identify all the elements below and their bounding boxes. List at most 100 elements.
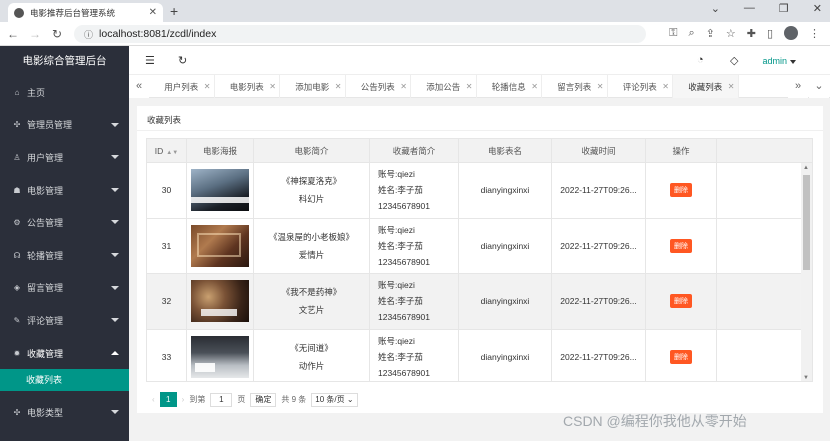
page-tabs: 用户列表 ✕ 电影列表 ✕ 添加电影 ✕ 公告列表 ✕ 添加公告 ✕ 轮播信息 ✕ 留言列表… <box>149 75 739 98</box>
tab-message-list[interactable]: 留言列表 ✕ <box>542 75 608 98</box>
profile-icon[interactable] <box>784 26 798 40</box>
scroll-up-icon[interactable]: ▲ <box>803 165 809 171</box>
cell-intro: 《温泉屋的小老板娘》 爱情片 <box>254 218 370 273</box>
sort-icon[interactable]: ▲▼ <box>166 141 178 165</box>
theme-icon[interactable]: ◔ <box>697 54 704 66</box>
goto-page-input[interactable]: 1 <box>210 392 233 407</box>
restore-icon[interactable]: ❐ <box>779 2 789 15</box>
tab-add-notice[interactable]: 添加公告 ✕ <box>411 75 477 98</box>
tabs-next-icon[interactable]: » <box>788 75 808 98</box>
close-tab-icon[interactable]: ✕ <box>149 7 157 18</box>
tab-favorites-list[interactable]: 收藏列表 ✕ <box>673 75 739 98</box>
prev-page-icon[interactable]: ‹ <box>152 395 155 404</box>
share-icon[interactable]: ⇪ <box>706 27 715 40</box>
menu-fold-icon[interactable]: ☰ <box>145 54 155 67</box>
refresh-icon[interactable]: ↻ <box>178 54 187 67</box>
info-icon[interactable]: ⓘ <box>84 28 93 41</box>
sidebar-item-comments[interactable]: ✎ 评论管理 <box>0 304 129 337</box>
chevron-up-icon <box>111 350 119 355</box>
cell-table-name: dianyingxinxi <box>459 274 552 329</box>
sidepanel-icon[interactable]: ▯ <box>767 27 773 40</box>
sidebar-subitem-favorites-list[interactable]: 收藏列表 <box>0 369 129 392</box>
tab-carousel[interactable]: 轮播信息 ✕ <box>477 75 542 98</box>
chevron-down-icon[interactable]: ⌄ <box>809 75 829 98</box>
delete-button[interactable]: 删除 <box>670 294 692 309</box>
minimize-icon[interactable]: — <box>744 2 755 15</box>
delete-button[interactable]: 删除 <box>670 238 692 253</box>
sidebar-item-users[interactable]: ♙ 用户管理 <box>0 141 129 174</box>
close-icon[interactable]: ✕ <box>204 82 211 91</box>
cell-collector: 账号:qiezi 姓名:李子茄 12345678901 <box>370 163 459 218</box>
user-menu[interactable]: admin <box>762 56 796 66</box>
column-header-collector: 收藏者简介 <box>370 139 459 163</box>
window-controls: ⌄ — ❐ ✕ <box>711 2 822 15</box>
tab-movie-list[interactable]: 电影列表 ✕ <box>215 75 280 98</box>
sidebar-item-notices[interactable]: ⚙ 公告管理 <box>0 206 129 239</box>
poster-image <box>191 335 249 378</box>
tab-user-list[interactable]: 用户列表 ✕ <box>149 75 215 98</box>
tabs-prev-icon[interactable]: « <box>129 75 149 98</box>
pagination: ‹ 1 › 到第 1 页 确定 共 9 条 10 条/页 ⌄ <box>152 392 358 407</box>
sidebar-item-carousel[interactable]: ☊ 轮播管理 <box>0 239 129 272</box>
column-header-id[interactable]: ID ▲▼ <box>147 139 187 163</box>
page-current[interactable]: 1 <box>159 392 177 407</box>
cell-intro: 《无间道》 动作片 <box>254 329 370 381</box>
sidebar-item-messages[interactable]: ◈ 留言管理 <box>0 272 129 305</box>
new-tab-button[interactable]: + <box>170 3 178 19</box>
zoom-icon[interactable]: ⌕ <box>688 27 694 40</box>
close-icon[interactable]: ✕ <box>531 82 538 91</box>
poster-image <box>191 280 249 323</box>
settings-icon: ✣ <box>13 408 21 418</box>
goto-confirm-button[interactable]: 确定 <box>250 392 277 407</box>
sidebar-item-favorites[interactable]: ✹ 收藏管理 <box>0 337 129 370</box>
sidebar-item-movie-types[interactable]: ✣ 电影类型 <box>0 396 129 429</box>
tab-comment-list[interactable]: 评论列表 ✕ <box>608 75 673 98</box>
reload-icon[interactable]: ↻ <box>48 27 66 41</box>
browser-tab[interactable]: 电影推荐后台管理系统 ✕ <box>8 3 163 22</box>
tab-notice-list[interactable]: 公告列表 ✕ <box>346 75 411 98</box>
cell-poster <box>187 329 254 381</box>
cell-action: 删除 <box>646 274 717 329</box>
close-window-icon[interactable]: ✕ <box>813 2 822 15</box>
collector-name: 姓名:李子茄 <box>378 351 423 362</box>
forward-icon[interactable]: → <box>26 27 44 41</box>
sidebar-item-movies[interactable]: ☗ 电影管理 <box>0 174 129 207</box>
next-page-icon[interactable]: › <box>182 395 185 404</box>
delete-button[interactable]: 删除 <box>670 349 692 364</box>
url-text: localhost:8081/zcdl/index <box>99 28 217 40</box>
close-icon[interactable]: ✕ <box>400 82 407 91</box>
scrollbar-thumb[interactable] <box>803 175 810 270</box>
close-icon[interactable]: ✕ <box>269 82 276 91</box>
delete-button[interactable]: 删除 <box>670 183 692 198</box>
cell-time: 2022-11-27T09:26... <box>552 218 646 273</box>
scroll-down-icon[interactable]: ▼ <box>803 375 809 381</box>
more-icon[interactable]: ⋮ <box>809 27 820 40</box>
close-icon[interactable]: ✕ <box>662 82 669 91</box>
sidebar-item-admin[interactable]: ✣ 管理员管理 <box>0 109 129 142</box>
cell-intro: 《神探夏洛克》 科幻片 <box>254 163 370 218</box>
chevron-down-icon[interactable]: ⌄ <box>711 2 720 15</box>
close-icon[interactable]: ✕ <box>335 82 342 91</box>
collector-name: 姓名:李子茄 <box>378 240 423 251</box>
key-icon[interactable]: ⚿ <box>669 27 677 40</box>
url-field[interactable]: ⓘ localhost:8081/zcdl/index <box>74 25 646 43</box>
extensions-icon[interactable]: ✚ <box>747 27 756 40</box>
favorites-table: ID ▲▼ 电影海报 电影简介 收藏者简介 电影表名 收藏时间 操作 30 《神探… <box>146 138 813 382</box>
cell-id: 32 <box>147 274 187 329</box>
tag-icon[interactable]: ◇ <box>730 54 738 67</box>
page-size-select[interactable]: 10 条/页 ⌄ <box>311 392 358 407</box>
top-bar: ☰ ↻ ◔ ◇ admin <box>129 46 830 75</box>
page-tab-bar: « 用户列表 ✕ 电影列表 ✕ 添加电影 ✕ 公告列表 ✕ 添加公告 ✕ 轮播信息 ✕ 留言… <box>129 75 830 98</box>
sidebar-item-home[interactable]: ⌂ 主页 <box>0 76 129 109</box>
movie-name: 《神探夏洛克》 <box>281 176 342 187</box>
bookmark-star-icon[interactable]: ☆ <box>726 27 736 40</box>
close-icon[interactable]: ✕ <box>466 82 473 91</box>
close-icon[interactable]: ✕ <box>597 82 604 91</box>
tab-add-movie[interactable]: 添加电影 ✕ <box>280 75 346 98</box>
close-icon[interactable]: ✕ <box>728 82 735 91</box>
back-icon[interactable]: ← <box>4 27 22 41</box>
collector-phone: 12345678901 <box>378 312 431 323</box>
movie-name: 《无间道》 <box>290 342 333 353</box>
cell-table-name: dianyingxinxi <box>459 163 552 218</box>
table-scrollbar[interactable]: ▲ ▼ <box>801 163 812 381</box>
